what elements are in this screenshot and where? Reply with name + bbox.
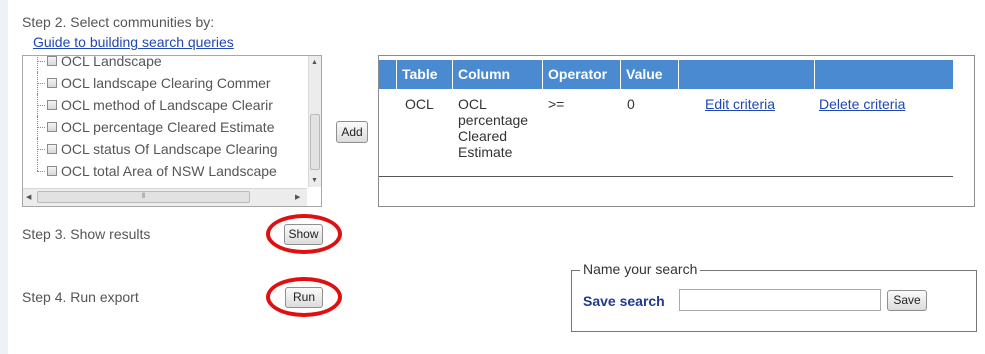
scroll-left-icon[interactable]: ◀ [26, 193, 31, 201]
tree-connector [31, 56, 47, 72]
tree-connector [31, 160, 47, 182]
tree-item-label: OCL Landscape [61, 56, 162, 69]
tree-connector [31, 116, 47, 138]
scroll-right-icon[interactable]: ▶ [295, 193, 300, 201]
search-name-input[interactable] [679, 289, 881, 311]
checkbox[interactable] [47, 144, 57, 154]
vertical-scrollbar[interactable]: ▲ ▼ [308, 56, 321, 187]
tree-item[interactable]: OCL percentage Cleared Estimate [31, 116, 274, 138]
cell-operator: >= [548, 96, 565, 112]
header-operator: Operator [543, 60, 621, 89]
edit-criteria-link[interactable]: Edit criteria [705, 96, 775, 112]
save-search-label: Save search [583, 293, 665, 309]
left-accent-bar [0, 0, 8, 354]
header-table: Table [397, 60, 453, 89]
checkbox[interactable] [47, 122, 57, 132]
criteria-table: Table Column Operator Value OCL OCL perc… [378, 55, 975, 207]
header-value: Value [621, 60, 679, 89]
tree-item-label: OCL method of Landscape Clearir [61, 97, 273, 113]
step2-title: Step 2. Select communities by: [22, 14, 215, 30]
header-spacer [379, 60, 397, 89]
cell-table: OCL [405, 96, 434, 112]
horizontal-scrollbar[interactable]: ◀ ⦀ ▶ [23, 188, 307, 206]
save-search-fieldset: Name your search Save search Save [571, 261, 977, 332]
header-edit [679, 60, 815, 89]
header-delete [815, 60, 953, 89]
save-search-legend: Name your search [580, 261, 701, 277]
checkbox[interactable] [47, 100, 57, 110]
tree-item[interactable]: OCL Landscape [31, 56, 162, 72]
step3-label: Step 3. Show results [22, 226, 151, 242]
step4-label: Step 4. Run export [22, 289, 139, 305]
table-header-row: Table Column Operator Value [379, 60, 953, 89]
tree-item[interactable]: OCL landscape Clearing Commer [31, 72, 271, 94]
tree-connector [31, 72, 47, 94]
table-divider [379, 176, 953, 177]
checkbox[interactable] [47, 166, 57, 176]
checkbox[interactable] [47, 78, 57, 88]
horizontal-scroll-thumb[interactable]: ⦀ [37, 191, 250, 203]
cell-value: 0 [627, 96, 635, 112]
community-tree[interactable]: OCL Landscape OCL landscape Clearing Com… [22, 55, 322, 207]
cell-column: OCL percentage Cleared Estimate [458, 96, 529, 160]
guide-link[interactable]: Guide to building search queries [33, 34, 234, 50]
tree-connector [31, 138, 47, 160]
scroll-up-icon[interactable]: ▲ [311, 59, 318, 67]
tree-item-label: OCL percentage Cleared Estimate [61, 119, 275, 135]
run-button[interactable]: Run [285, 287, 323, 308]
tree-item[interactable]: OCL method of Landscape Clearir [31, 94, 273, 116]
tree-viewport: OCL Landscape OCL landscape Clearing Com… [23, 56, 307, 187]
vertical-scroll-thumb[interactable] [310, 114, 320, 170]
tree-item[interactable]: OCL status Of Landscape Clearing [31, 138, 278, 160]
save-button[interactable]: Save [887, 290, 927, 311]
header-column: Column [453, 60, 543, 89]
tree-connector [31, 94, 47, 116]
scroll-down-icon[interactable]: ▼ [311, 177, 318, 185]
tree-item-label: OCL total Area of NSW Landscape [61, 163, 277, 179]
delete-criteria-link[interactable]: Delete criteria [819, 96, 905, 112]
tree-item[interactable]: OCL total Area of NSW Landscape [31, 160, 277, 182]
tree-item-label: OCL status Of Landscape Clearing [61, 141, 278, 157]
show-button[interactable]: Show [284, 224, 323, 245]
add-button[interactable]: Add [336, 121, 368, 143]
tree-item-label: OCL landscape Clearing Commer [61, 75, 271, 91]
checkbox[interactable] [47, 56, 57, 66]
